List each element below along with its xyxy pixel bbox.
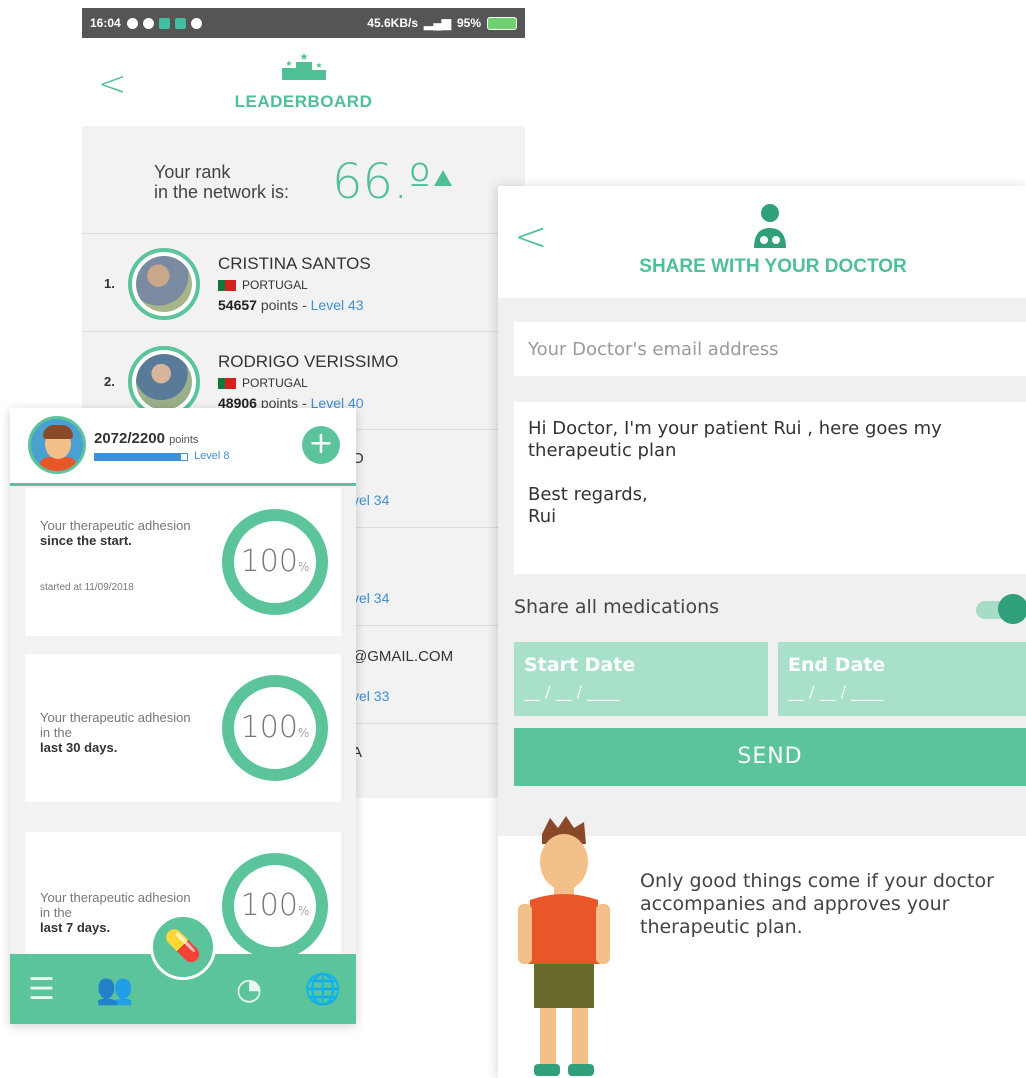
battery-percent: 95% (456, 16, 481, 30)
tip-text: Only good things come if your doctor acc… (640, 870, 994, 938)
user-level: Level 8 (194, 450, 230, 462)
avatar[interactable] (28, 416, 86, 474)
add-button[interactable]: + (302, 426, 340, 464)
chart-icon[interactable]: ◔ (236, 972, 262, 1007)
player-points: 54657 (218, 297, 257, 313)
player-level-partial: vel 33 (352, 688, 390, 704)
list-icon[interactable]: ☰ (28, 972, 55, 1007)
adhesion-ring: 100% (219, 850, 331, 962)
video-icon (190, 17, 202, 29)
adhesion-ring: 100% (219, 506, 331, 618)
flag-portugal-icon (218, 377, 236, 389)
player-country: PORTUGAL (242, 376, 308, 390)
adhesion-percent: 100 (240, 544, 298, 579)
check-icon (142, 17, 154, 29)
adhesion-card[interactable]: Your therapeutic adhesion in the last 30 … (25, 654, 341, 802)
rank-value: 66.º (332, 154, 431, 210)
status-time: 16:04 (90, 16, 121, 30)
adhesion-screen: 2072/2200 points Level 8 + Your therapeu… (10, 408, 356, 1024)
player-name: CRISTINA SANTOS (218, 254, 371, 273)
people-icon[interactable]: 👥 (96, 972, 133, 1007)
rank-up-arrow-icon (434, 170, 452, 186)
share-all-label: Share all medications (514, 596, 720, 618)
share-all-toggle[interactable] (976, 594, 1026, 624)
rank-position: 1. (104, 276, 115, 291)
bottom-navigation: ☰ 👥 💊 ◔ 🌐 (10, 914, 356, 1024)
start-date-placeholder: __ / __ / ____ (524, 682, 620, 701)
player-name-partial: @GMAIL.COM (352, 648, 454, 665)
user-points: 2072/2200 (94, 430, 165, 447)
percent-unit: % (297, 726, 310, 740)
pill-icon[interactable]: 💊 (150, 914, 216, 980)
player-level-partial: vel 34 (352, 492, 390, 508)
rank-label: Your rank in the network is: (154, 162, 290, 202)
adhesion-percent: 100 (240, 710, 298, 745)
end-date-label: End Date (788, 654, 886, 676)
adhesion-percent: 100 (240, 888, 298, 923)
level-progress-bar (94, 453, 188, 461)
player-name: RODRIGO VERISSIMO (218, 352, 399, 371)
player-country: PORTUGAL (242, 278, 308, 292)
user-summary-bar: 2072/2200 points Level 8 + (10, 408, 356, 486)
doctor-icon (754, 204, 786, 248)
doctor-email-input[interactable] (514, 322, 1026, 376)
svg-text:★: ★ (300, 52, 309, 63)
status-bar: 16:04 45.6KB/s ▂▄▆ 95% (82, 8, 525, 38)
flag-portugal-icon (218, 279, 236, 291)
battery-icon (487, 16, 517, 30)
adhesion-text: Your therapeutic adhesion in the (40, 890, 191, 920)
network-speed: 45.6KB/s (367, 16, 418, 30)
started-date: started at 11/09/2018 (40, 582, 134, 593)
message-textarea[interactable]: Hi Doctor, I'm your patient Rui , here g… (514, 402, 1026, 574)
boy-illustration (518, 816, 610, 1076)
end-date-field[interactable]: End Date __ / __ / ____ (778, 642, 1026, 716)
start-date-label: Start Date (524, 654, 636, 676)
points-unit: points (169, 434, 199, 446)
share-form: Hi Doctor, I'm your patient Rui , here g… (498, 298, 1026, 836)
avatar (128, 248, 200, 320)
page-title: SHARE WITH YOUR DOCTOR (639, 256, 907, 277)
app-icon (158, 17, 170, 29)
adhesion-card[interactable]: Your therapeutic adhesion since the start… (25, 488, 341, 636)
points-suffix: points - (260, 297, 311, 313)
share-header: < SHARE WITH YOUR DOCTOR (498, 186, 1026, 298)
svg-text:★: ★ (315, 61, 322, 70)
svg-text:★: ★ (285, 59, 292, 68)
percent-unit: % (297, 560, 310, 574)
leaderboard-header: < ★ ★ ★ LEADERBOARD (82, 38, 525, 126)
leaderboard-row[interactable]: 1. CRISTINA SANTOS PORTUGAL 54657 points… (82, 234, 525, 332)
rank-panel: Your rank in the network is: 66.º (82, 126, 525, 234)
rank-position: 2. (104, 374, 115, 389)
adhesion-text: Your therapeutic adhesion in the (40, 710, 191, 740)
page-title: LEADERBOARD (234, 92, 373, 111)
player-level: Level 43 (310, 297, 364, 313)
back-chevron-icon[interactable]: < (514, 214, 548, 260)
adhesion-text: Your therapeutic adhesion (40, 518, 191, 533)
send-button[interactable]: SEND (514, 728, 1026, 786)
notification-icon (126, 17, 138, 29)
share-screen: < SHARE WITH YOUR DOCTOR Hi Doctor, I'm … (498, 186, 1026, 1078)
adhesion-ring: 100% (219, 672, 331, 784)
percent-unit: % (297, 904, 310, 918)
start-date-field[interactable]: Start Date __ / __ / ____ (514, 642, 768, 716)
podium-icon: ★ ★ ★ (282, 52, 326, 80)
app-icon (174, 17, 186, 29)
signal-icon: ▂▄▆ (424, 16, 451, 30)
globe-icon[interactable]: 🌐 (304, 972, 341, 1007)
end-date-placeholder: __ / __ / ____ (788, 682, 884, 701)
player-level-partial: vel 34 (352, 590, 390, 606)
adhesion-period: last 30 days. (40, 740, 118, 755)
adhesion-period: since the start. (40, 533, 132, 548)
